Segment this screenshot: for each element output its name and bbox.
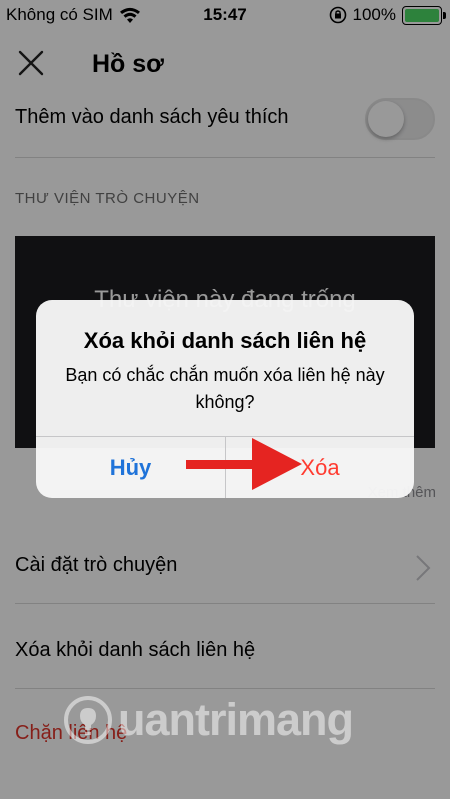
lightbulb-icon xyxy=(64,696,112,744)
watermark: uantrimang xyxy=(62,694,354,746)
arrow-annotation-icon xyxy=(186,438,302,490)
dialog-message: Bạn có chắc chắn muốn xóa liên hệ này kh… xyxy=(65,365,385,412)
watermark-text: uantrimang xyxy=(118,694,354,745)
dialog-title: Xóa khỏi danh sách liên hệ xyxy=(83,328,367,353)
